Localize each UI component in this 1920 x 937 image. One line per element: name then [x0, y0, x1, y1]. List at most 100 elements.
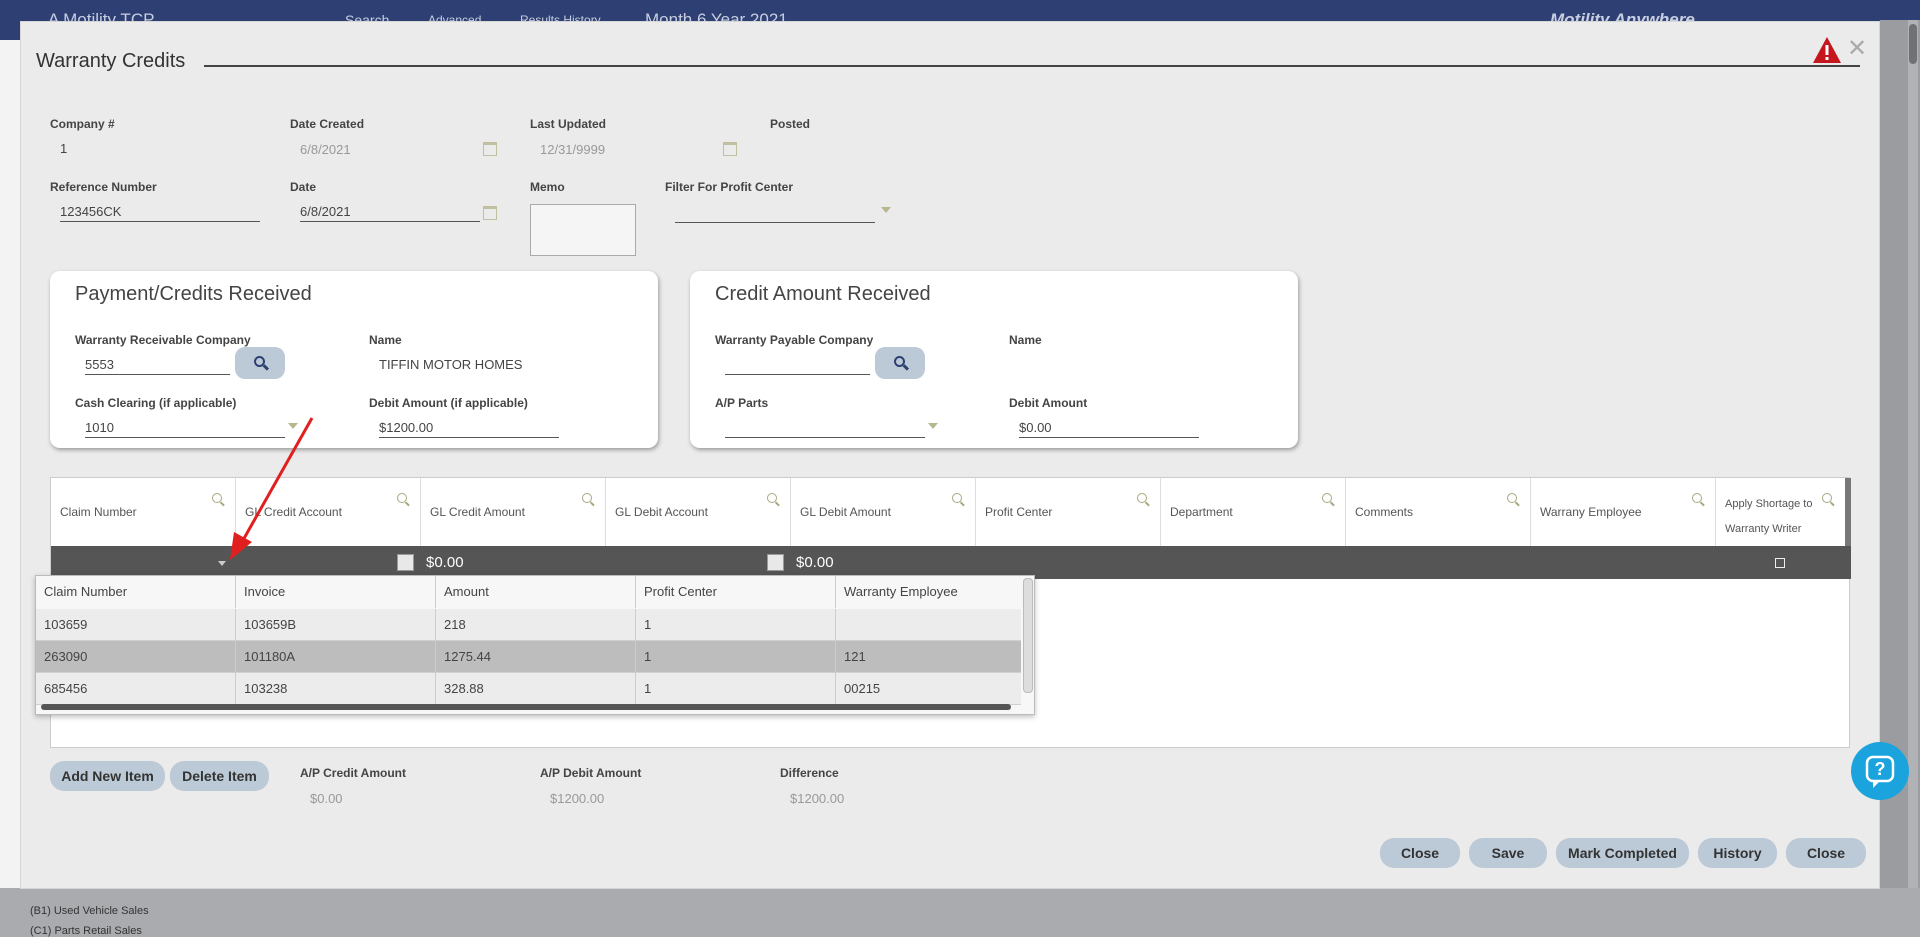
chevron-down-icon[interactable]: [928, 423, 938, 429]
gl-debit-amount-checkbox[interactable]: [767, 554, 784, 571]
background-list-item[interactable]: (B1) Used Vehicle Sales: [30, 905, 149, 917]
background-list-item[interactable]: (C1) Parts Retail Sales: [30, 925, 142, 937]
search-icon[interactable]: [212, 493, 225, 507]
warranty-credits-dialog: Warranty Credits ✕ Company # 1 Date Crea…: [20, 21, 1880, 889]
receivable-name-value: TIFFIN MOTOR HOMES: [379, 357, 523, 372]
posted-label: Posted: [770, 117, 811, 131]
column-gl-debit-amount[interactable]: GL Debit Amount: [791, 478, 976, 546]
search-icon[interactable]: [397, 493, 410, 507]
calendar-icon: [723, 142, 737, 156]
search-icon[interactable]: [952, 493, 965, 507]
ap-debit-amount-label: A/P Debit Amount: [540, 766, 642, 780]
grid-header: Claim Number GL Credit Account GL Credit…: [51, 478, 1845, 546]
dropdown-col-claim-number[interactable]: Claim Number: [36, 576, 236, 608]
claim-number-dropdown: Claim Number Invoice Amount Profit Cente…: [35, 575, 1035, 715]
cash-clearing-select[interactable]: 1010: [85, 420, 114, 435]
search-icon[interactable]: [767, 493, 780, 507]
add-new-item-button[interactable]: Add New Item: [50, 761, 165, 791]
background-sidebar: [0, 40, 20, 937]
dropdown-col-invoice[interactable]: Invoice: [236, 576, 436, 608]
calendar-icon[interactable]: [483, 206, 497, 220]
dropdown-vertical-scrollbar[interactable]: [1023, 578, 1033, 693]
dropdown-row[interactable]: 103659 103659B 218 1: [36, 609, 1021, 641]
ap-credit-amount-value: $0.00: [310, 791, 343, 806]
gl-credit-amount-value[interactable]: $0.00: [426, 554, 464, 571]
close-button[interactable]: Close: [1786, 838, 1866, 868]
dropdown-col-warranty-employee[interactable]: Warranty Employee: [836, 576, 1021, 608]
dialog-title: Warranty Credits: [36, 50, 186, 72]
date-input[interactable]: 6/8/2021: [300, 204, 351, 219]
dropdown-col-profit-center[interactable]: Profit Center: [636, 576, 836, 608]
column-gl-credit-account[interactable]: GL Credit Account: [236, 478, 421, 546]
debit-amount-input[interactable]: $1200.00: [379, 420, 433, 435]
credit-card-title: Credit Amount Received: [715, 283, 931, 305]
dropdown-col-amount[interactable]: Amount: [436, 576, 636, 608]
credit-amount-card: Credit Amount Received Warranty Payable …: [690, 271, 1298, 448]
last-updated-label: Last Updated: [530, 117, 607, 131]
search-icon[interactable]: [1822, 493, 1835, 507]
name-label: Name: [1009, 333, 1042, 347]
search-icon[interactable]: [1692, 493, 1705, 507]
memo-label: Memo: [530, 180, 565, 194]
filter-profit-center-select[interactable]: [675, 222, 875, 223]
warning-triangle-icon[interactable]: [1812, 36, 1842, 64]
close-button[interactable]: Close: [1380, 838, 1460, 868]
apply-shortage-checkbox[interactable]: [1775, 558, 1785, 568]
background-list: (B1) Used Vehicle Sales (C1) Parts Retai…: [0, 888, 1920, 937]
column-profit-center[interactable]: Profit Center: [976, 478, 1161, 546]
date-created-value: 6/8/2021: [300, 142, 351, 157]
column-warranty-employee[interactable]: Warrany Employee: [1531, 478, 1716, 546]
reference-number-input[interactable]: 123456CK: [60, 204, 121, 219]
receivable-company-label: Warranty Receivable Company: [75, 333, 251, 347]
dropdown-row[interactable]: 263090 101180A 1275.44 1 121: [36, 641, 1021, 673]
history-button[interactable]: History: [1698, 838, 1777, 868]
date-label: Date: [290, 180, 317, 194]
debit-amount-label: Debit Amount: [1009, 396, 1088, 410]
payment-credits-card: Payment/Credits Received Warranty Receiv…: [50, 271, 658, 448]
cash-clearing-label: Cash Clearing (if applicable): [75, 396, 237, 410]
column-gl-debit-account[interactable]: GL Debit Account: [606, 478, 791, 546]
dropdown-horizontal-scrollbar[interactable]: [41, 704, 1011, 710]
name-label: Name: [369, 333, 402, 347]
svg-text:?: ?: [1875, 759, 1886, 779]
column-department[interactable]: Department: [1161, 478, 1346, 546]
search-icon[interactable]: [582, 493, 595, 507]
payment-card-title: Payment/Credits Received: [75, 283, 312, 305]
credit-debit-amount-input[interactable]: $0.00: [1019, 420, 1052, 435]
help-chat-button[interactable]: ?: [1851, 742, 1909, 800]
ap-debit-amount-value: $1200.00: [550, 791, 605, 806]
company-label: Company #: [50, 117, 115, 131]
page-scrollbar[interactable]: [1908, 20, 1918, 937]
calendar-icon: [483, 142, 497, 156]
title-divider: [204, 65, 1860, 67]
payable-search-button[interactable]: [875, 347, 925, 379]
search-icon[interactable]: [1322, 493, 1335, 507]
receivable-search-button[interactable]: [235, 347, 285, 379]
filter-profit-center-label: Filter For Profit Center: [665, 180, 794, 194]
column-gl-credit-amount[interactable]: GL Credit Amount: [421, 478, 606, 546]
column-apply-shortage[interactable]: Apply Shortage to Warranty Writer: [1716, 478, 1845, 546]
receivable-company-input[interactable]: 5553: [85, 357, 114, 372]
help-chat-icon: ?: [1865, 755, 1895, 788]
chevron-down-icon[interactable]: [288, 423, 298, 429]
dropdown-row[interactable]: 685456 103238 328.88 1 00215: [36, 673, 1021, 705]
column-claim-number[interactable]: Claim Number: [51, 478, 236, 546]
close-icon[interactable]: ✕: [1847, 34, 1867, 63]
claim-number-dropdown-caret[interactable]: [218, 561, 226, 566]
search-icon[interactable]: [1507, 493, 1520, 507]
column-comments[interactable]: Comments: [1346, 478, 1531, 546]
gl-debit-amount-value[interactable]: $0.00: [796, 554, 834, 571]
mark-completed-button[interactable]: Mark Completed: [1556, 838, 1689, 868]
delete-item-button[interactable]: Delete Item: [170, 761, 269, 791]
ap-credit-amount-label: A/P Credit Amount: [300, 766, 407, 780]
search-icon[interactable]: [1137, 493, 1150, 507]
grid-scrollbar[interactable]: [1845, 478, 1851, 546]
gl-credit-amount-checkbox[interactable]: [397, 554, 414, 571]
difference-value: $1200.00: [790, 791, 845, 806]
memo-textarea[interactable]: [530, 204, 636, 256]
chevron-down-icon[interactable]: [881, 207, 891, 213]
ap-parts-label: A/P Parts: [715, 396, 769, 410]
debit-amount-label: Debit Amount (if applicable): [369, 396, 528, 410]
save-button[interactable]: Save: [1469, 838, 1547, 868]
company-value: 1: [60, 141, 68, 156]
